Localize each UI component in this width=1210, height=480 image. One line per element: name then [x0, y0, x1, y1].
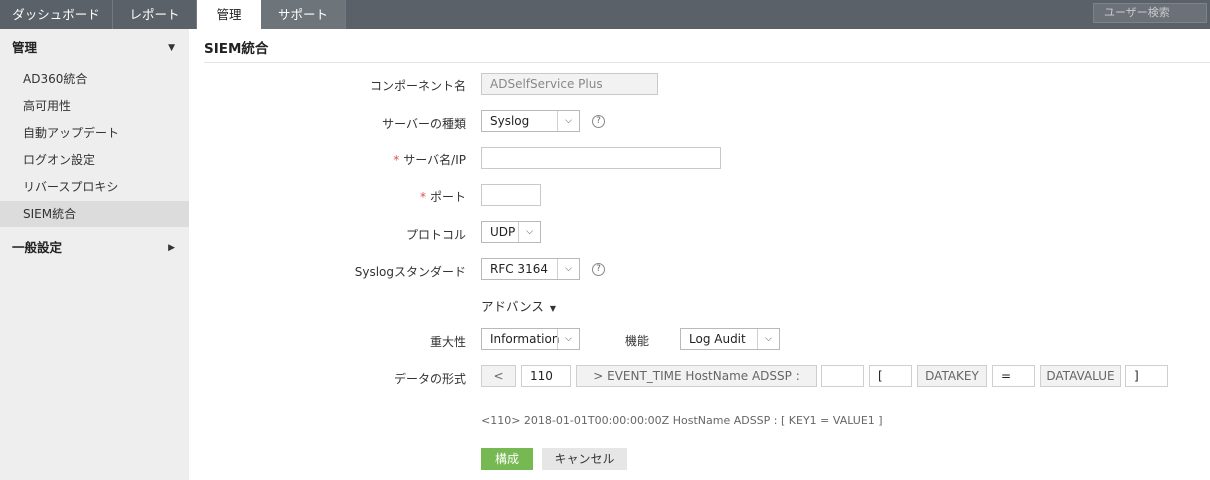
- component-name-field: ADSelfService Plus: [481, 73, 658, 95]
- server-type-value: Syslog: [490, 114, 530, 128]
- format-equals-input[interactable]: =: [992, 365, 1035, 387]
- caret-down-icon: ▼: [549, 304, 557, 313]
- sidebar-section-label: 一般設定: [12, 240, 63, 255]
- format-priority-input[interactable]: 110: [521, 365, 571, 387]
- server-type-label: サーバーの種類: [382, 117, 466, 131]
- severity-select[interactable]: Information ⌵: [481, 328, 580, 350]
- format-custom-input[interactable]: [821, 365, 864, 387]
- tab-reports[interactable]: レポート: [113, 0, 197, 29]
- feature-select[interactable]: Log Audit ⌵: [680, 328, 780, 350]
- sidebar-item-ad360[interactable]: AD360統合: [0, 66, 189, 92]
- divider: [204, 62, 1210, 63]
- caret-right-icon: ▶: [168, 243, 175, 253]
- syslog-standard-select[interactable]: RFC 3164 ⌵: [481, 258, 580, 280]
- format-datakey: DATAKEY: [917, 365, 987, 387]
- port-label: * ポート: [420, 188, 466, 205]
- chevron-down-icon: ⌵: [557, 111, 579, 131]
- syslog-standard-value: RFC 3164: [490, 262, 548, 276]
- sidebar-section-general-settings[interactable]: 一般設定 ▶: [0, 229, 189, 267]
- sidebar-item-siem[interactable]: SIEM統合: [0, 201, 189, 227]
- server-name-input[interactable]: [481, 147, 721, 169]
- chevron-down-icon: ⌵: [518, 222, 540, 242]
- format-fixed-prefix: > EVENT_TIME HostName ADSSP :: [576, 365, 817, 387]
- sidebar: 管理 ▼ AD360統合 高可用性 自動アップデート ログオン設定 リバースプロ…: [0, 29, 189, 480]
- sidebar-section-label: 管理: [12, 40, 38, 55]
- caret-down-icon: ▼: [168, 43, 175, 53]
- advanced-toggle[interactable]: アドバンス ▼: [481, 296, 556, 315]
- port-input[interactable]: [481, 184, 541, 206]
- sidebar-item-high-availability[interactable]: 高可用性: [0, 93, 189, 119]
- protocol-value: UDP: [490, 225, 516, 239]
- protocol-label: プロトコル: [405, 228, 466, 242]
- feature-value: Log Audit: [689, 332, 746, 346]
- tab-support[interactable]: サポート: [261, 0, 346, 29]
- format-open-bracket: <: [481, 365, 516, 387]
- advanced-label: アドバンス: [481, 299, 544, 314]
- top-navigation-bar: ダッシュボード レポート 管理 サポート ユーザー検索: [0, 0, 1210, 31]
- protocol-select[interactable]: UDP ⌵: [481, 221, 541, 243]
- required-asterisk: *: [419, 190, 426, 204]
- port-label-text: ポート: [429, 190, 466, 204]
- feature-label: 機能: [625, 334, 650, 348]
- user-search-input[interactable]: ユーザー検索: [1093, 3, 1207, 23]
- format-bracket-open-input[interactable]: [: [869, 365, 912, 387]
- cancel-button[interactable]: キャンセル: [542, 448, 627, 470]
- sidebar-section-admin[interactable]: 管理 ▼: [0, 29, 189, 67]
- required-asterisk: *: [393, 153, 400, 167]
- chevron-down-icon: ⌵: [557, 259, 579, 279]
- sidebar-item-reverse-proxy[interactable]: リバースプロキシ: [0, 174, 189, 200]
- configure-button[interactable]: 構成: [481, 448, 533, 470]
- format-preview: <110> 2018-01-01T00:00:00:00Z HostName A…: [481, 414, 883, 427]
- server-name-label-text: サーバ名/IP: [403, 153, 466, 167]
- format-bracket-close-input[interactable]: ]: [1125, 365, 1168, 387]
- help-icon[interactable]: ?: [592, 263, 605, 276]
- sidebar-item-logon-settings[interactable]: ログオン設定: [0, 147, 189, 173]
- component-name-label: コンポーネント名: [369, 79, 466, 93]
- tab-dashboard[interactable]: ダッシュボード: [0, 0, 113, 29]
- severity-label: 重大性: [429, 335, 466, 349]
- data-format-label: データの形式: [393, 372, 466, 386]
- syslog-standard-label: Syslogスタンダード: [354, 265, 466, 279]
- chevron-down-icon: ⌵: [557, 329, 579, 349]
- tab-admin[interactable]: 管理: [197, 0, 261, 31]
- server-name-label: * サーバ名/IP: [393, 151, 466, 168]
- page-title: SIEM統合: [204, 41, 269, 57]
- chevron-down-icon: ⌵: [757, 329, 779, 349]
- server-type-select[interactable]: Syslog ⌵: [481, 110, 580, 132]
- format-datavalue: DATAVALUE: [1040, 365, 1121, 387]
- severity-value: Information: [490, 332, 560, 346]
- sidebar-item-auto-update[interactable]: 自動アップデート: [0, 120, 189, 146]
- help-icon[interactable]: ?: [592, 115, 605, 128]
